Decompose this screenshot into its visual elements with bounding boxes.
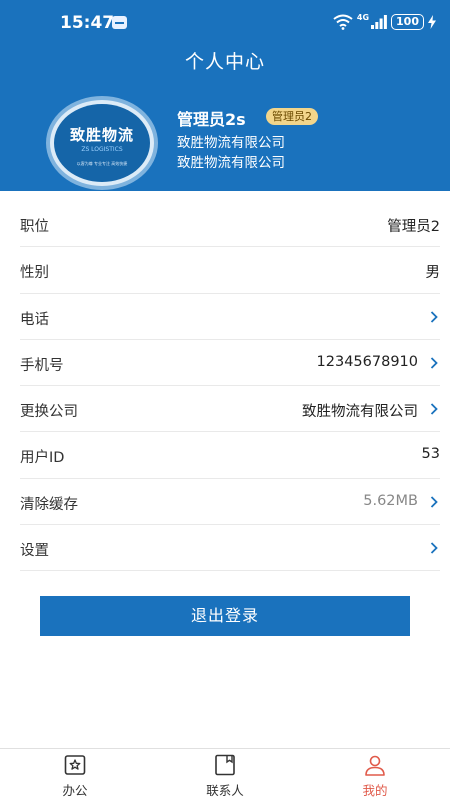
tab-office[interactable]: 办公 xyxy=(0,749,150,800)
logo-disc: 致胜物流 ZS LOGISTICS 以客为尊 专业专注 高效快捷 xyxy=(54,104,150,182)
tab-mine[interactable]: 我的 xyxy=(300,749,450,800)
chevron-right-icon xyxy=(430,542,438,554)
user-name: 管理员2s xyxy=(177,110,246,129)
profile-info-list: 职位 管理员2 性别 男 电话 手机号 12345678910 更换公司 致胜物… xyxy=(20,201,441,572)
row-telephone[interactable]: 电话 xyxy=(20,294,440,340)
row-value: 5.62MB xyxy=(363,492,418,509)
page-title: 个人中心 xyxy=(184,51,265,73)
row-clear-cache[interactable]: 清除缓存 5.62MB xyxy=(20,479,440,526)
charging-icon xyxy=(428,15,436,29)
row-switch-company[interactable]: 更换公司 致胜物流有限公司 xyxy=(20,386,440,433)
logout-button[interactable]: 退出登录 xyxy=(40,596,410,636)
row-label: 职位 xyxy=(20,219,49,235)
status-time: 15:47 xyxy=(60,13,115,33)
row-label: 用户ID xyxy=(20,450,65,467)
bottom-tab-bar: 办公 联系人 我的 xyxy=(0,748,450,800)
tab-label: 联系人 xyxy=(206,783,244,798)
signal-icon xyxy=(371,15,387,29)
row-user-id: 用户ID 53 xyxy=(20,432,440,479)
role-badge: 管理员2 xyxy=(266,108,318,125)
row-value: 53 xyxy=(421,446,440,463)
logo-slogan: 以客为尊 专业专注 高效快捷 xyxy=(76,161,128,166)
logo-text-cn: 致胜物流 xyxy=(69,126,134,144)
row-mobile[interactable]: 手机号 12345678910 xyxy=(20,340,440,387)
row-value: 男 xyxy=(425,265,441,282)
wifi-icon xyxy=(333,14,353,30)
row-label: 手机号 xyxy=(20,357,64,374)
battery-indicator: 100 xyxy=(391,14,424,30)
chevron-right-icon xyxy=(430,403,438,415)
company-name-primary: 致胜物流有限公司 xyxy=(177,135,285,151)
user-icon xyxy=(365,755,385,776)
row-label: 性别 xyxy=(20,265,49,282)
status-bar: 15:47 4G 100 xyxy=(0,0,450,44)
logo-text-en: ZS LOGISTICS xyxy=(81,146,123,153)
row-settings[interactable]: 设置 xyxy=(20,525,440,572)
profile-header: 15:47 4G 100 个人中心 致胜物流 ZS LOGISTICS 以客为尊… xyxy=(0,0,450,191)
star-box-icon xyxy=(64,755,86,775)
chevron-right-icon xyxy=(430,496,438,508)
usb-icon xyxy=(112,16,127,29)
contact-book-icon xyxy=(215,754,235,776)
status-indicators: 4G 100 xyxy=(333,13,436,31)
row-label: 更换公司 xyxy=(20,404,78,421)
network-type: 4G xyxy=(356,13,370,22)
company-logo: 致胜物流 ZS LOGISTICS 以客为尊 专业专注 高效快捷 xyxy=(46,96,158,190)
tab-label: 办公 xyxy=(62,783,88,798)
chevron-right-icon xyxy=(430,357,438,369)
row-gender: 性别 男 xyxy=(20,247,441,294)
tab-contacts[interactable]: 联系人 xyxy=(150,749,300,800)
row-label: 设置 xyxy=(20,543,49,560)
row-value: 管理员2 xyxy=(387,219,440,235)
company-name-secondary: 致胜物流有限公司 xyxy=(177,155,285,171)
row-label: 清除缓存 xyxy=(20,496,78,513)
row-value: 12345678910 xyxy=(316,353,418,370)
tab-label: 我的 xyxy=(362,783,388,798)
row-label: 电话 xyxy=(20,311,49,328)
row-value: 致胜物流有限公司 xyxy=(302,404,418,421)
chevron-right-icon xyxy=(430,310,438,323)
row-position: 职位 管理员2 xyxy=(20,201,440,248)
